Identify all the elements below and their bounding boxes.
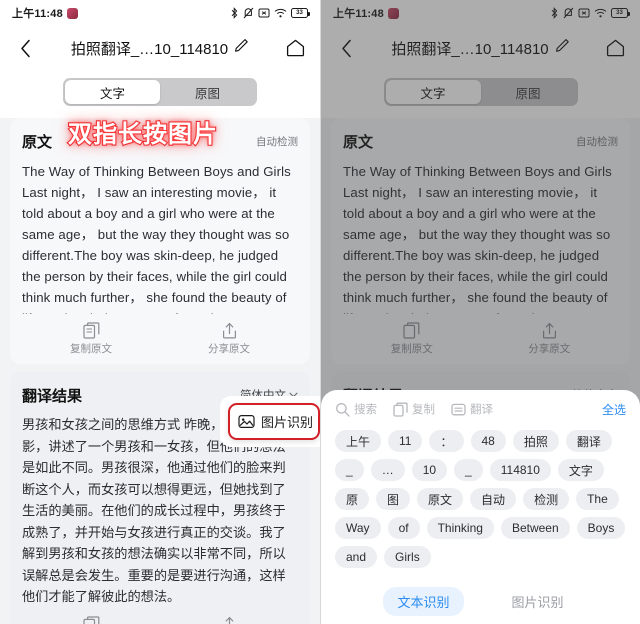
token-chip[interactable]: _ — [454, 459, 483, 481]
token-chip[interactable]: The — [576, 488, 619, 510]
vibrate-icon — [243, 7, 254, 19]
search-tool-label: 搜索 — [354, 404, 377, 416]
sheet-toolbar: 搜索 复制 翻译 全选 — [335, 390, 626, 424]
token-chip[interactable]: Girls — [384, 546, 431, 568]
select-all-button[interactable]: 全选 — [602, 401, 626, 418]
right-phone-panel: 上午11:48 33 拍照翻译_…10_114810 文字 原图 原文 自动检测… — [320, 0, 640, 624]
copy-icon — [393, 402, 408, 417]
status-bar: 上午11:48 33 — [0, 0, 320, 26]
no-sim-icon — [258, 8, 270, 18]
token-chip[interactable]: 114810 — [489, 459, 551, 481]
copy-tool-label: 复制 — [412, 404, 435, 416]
image-icon — [238, 414, 255, 429]
source-text-body: The Way of Thinking Between Boys and Gir… — [22, 164, 291, 314]
token-chip[interactable]: 检测 — [523, 488, 570, 510]
status-time: 上午11:48 — [12, 8, 63, 20]
edit-title-button[interactable] — [234, 38, 249, 58]
share-translation-button[interactable] — [160, 612, 298, 624]
share-source-label: 分享原文 — [208, 343, 250, 355]
token-chip[interactable]: ： — [429, 430, 464, 452]
source-text-card: 原文 双指长按图片 自动检测 The Way of Thinking Betwe… — [10, 118, 310, 364]
token-chip[interactable]: … — [370, 459, 405, 481]
token-chip[interactable]: _ — [335, 459, 364, 481]
token-chip[interactable]: 48 — [470, 430, 506, 452]
source-card-actions: 复制原文 分享原文 — [22, 318, 298, 364]
page-title: 拍照翻译_…10_114810 — [70, 40, 229, 58]
status-bar-right: 33 — [230, 7, 310, 19]
translate-tool-button[interactable]: 翻译 — [451, 401, 493, 417]
segment-track: 文字 原图 — [63, 78, 257, 106]
token-chip[interactable]: of — [387, 517, 420, 539]
image-recognition-button[interactable]: 图片识别 — [228, 403, 320, 440]
source-text-clip: The Way of Thinking Between Boys and Gir… — [22, 154, 298, 314]
sheet-mode-tabs: 文本识别 图片识别 — [321, 587, 640, 616]
recognized-token-list: 上午 11 ： 48 拍照 翻译 _ … 10 _ 114810 文字 原 图 … — [335, 424, 626, 568]
home-icon — [286, 39, 304, 57]
battery-level: 33 — [296, 10, 303, 16]
app-badge-icon — [66, 7, 78, 19]
home-button[interactable] — [280, 33, 310, 63]
token-chip[interactable]: 图 — [376, 488, 411, 510]
wifi-icon — [274, 8, 287, 18]
back-button[interactable] — [10, 33, 40, 63]
token-chip[interactable]: 翻译 — [565, 430, 612, 452]
token-chip[interactable]: Way — [335, 517, 381, 539]
left-phone-panel: 上午11:48 33 拍照翻译_…10_114810 文字 原图 原文 双指长按… — [0, 0, 320, 624]
status-bar-left: 上午11:48 — [12, 5, 78, 21]
content-area: 原文 双指长按图片 自动检测 The Way of Thinking Betwe… — [0, 118, 320, 624]
token-chip[interactable]: 上午 — [335, 430, 382, 452]
token-chip[interactable]: Boys — [576, 517, 626, 539]
source-card-title: 原文 — [22, 133, 53, 151]
tab-text[interactable]: 文字 — [65, 80, 160, 104]
token-chip[interactable]: 自动 — [470, 488, 517, 510]
tab-text-recognition[interactable]: 文本识别 — [383, 587, 464, 616]
token-chip[interactable]: and — [335, 546, 378, 568]
bluetooth-icon — [231, 7, 238, 19]
result-card-title: 翻译结果 — [22, 387, 83, 405]
copy-icon — [82, 322, 99, 339]
view-mode-segmented-control: 文字 原图 — [0, 70, 320, 118]
screenshot-stage: 上午11:48 33 拍照翻译_…10_114810 文字 原图 原文 双指长按… — [0, 0, 640, 624]
nav-bar: 拍照翻译_…10_114810 — [0, 26, 320, 70]
image-recognition-label: 图片识别 — [261, 415, 314, 430]
tab-original-image[interactable]: 原图 — [160, 80, 255, 104]
token-chip[interactable]: Thinking — [426, 517, 494, 539]
pencil-icon — [235, 39, 248, 52]
annotation-overlay-text: 双指长按图片 — [67, 121, 218, 148]
search-icon — [336, 402, 350, 417]
token-chip[interactable]: 10 — [411, 459, 448, 481]
auto-detect-label: 自动检测 — [256, 135, 298, 148]
copy-icon — [82, 615, 99, 624]
copy-source-button[interactable]: 复制原文 — [22, 318, 160, 364]
tab-image-recognition[interactable]: 图片识别 — [498, 587, 578, 616]
translate-icon — [451, 403, 466, 415]
chevron-left-icon — [20, 39, 30, 57]
share-icon — [222, 323, 236, 339]
search-tool-button[interactable]: 搜索 — [335, 401, 377, 417]
translate-tool-label: 翻译 — [470, 404, 493, 416]
token-chip[interactable]: 拍照 — [512, 430, 559, 452]
result-card-actions — [22, 612, 298, 624]
token-chip[interactable]: 原文 — [417, 488, 464, 510]
share-icon — [225, 616, 233, 624]
copy-tool-button[interactable]: 复制 — [393, 401, 435, 417]
copy-source-label: 复制原文 — [70, 343, 112, 355]
text-recognition-sheet: 搜索 复制 翻译 全选 上午 11 ： 48 拍照 翻译 _ … 10 _ 11… — [321, 390, 640, 624]
token-chip[interactable]: 11 — [388, 430, 423, 452]
battery-icon: 33 — [291, 8, 310, 18]
token-chip[interactable]: 原 — [335, 488, 370, 510]
token-chip[interactable]: Between — [500, 517, 570, 539]
source-card-header: 原文 双指长按图片 自动检测 — [22, 121, 298, 154]
token-chip[interactable]: 文字 — [557, 459, 604, 481]
nav-title-wrap: 拍照翻译_…10_114810 — [44, 38, 276, 59]
share-source-button[interactable]: 分享原文 — [160, 318, 298, 364]
copy-translation-button[interactable] — [22, 612, 160, 624]
